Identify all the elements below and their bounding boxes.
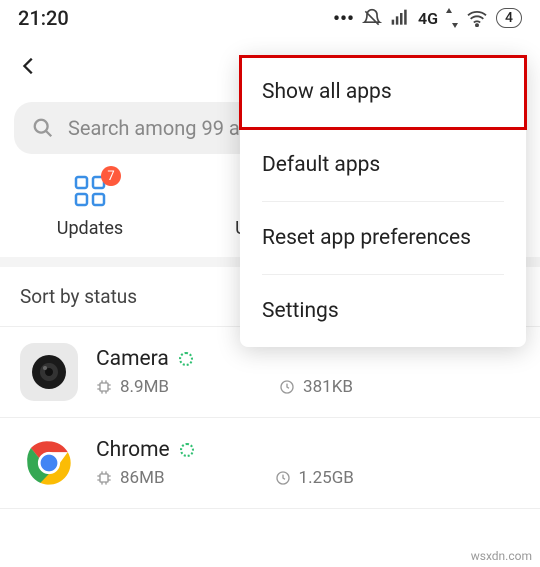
chip-icon bbox=[96, 379, 112, 395]
wifi-icon bbox=[466, 9, 488, 27]
camera-app-icon bbox=[20, 343, 78, 401]
list-item[interactable]: Chrome 86MB 1.25GB bbox=[0, 418, 540, 509]
menu-settings[interactable]: Settings bbox=[262, 275, 504, 347]
updates-button[interactable]: 7 Updates bbox=[0, 174, 180, 239]
chip-icon bbox=[96, 470, 112, 486]
status-right: ••• 4G 4 bbox=[333, 6, 522, 30]
app-storage: 381KB bbox=[279, 377, 353, 397]
battery-icon: 4 bbox=[496, 8, 522, 28]
clock-icon bbox=[279, 379, 295, 395]
search-placeholder: Search among 99 ap bbox=[68, 116, 251, 140]
clock: 21:20 bbox=[18, 6, 69, 30]
updown-icon bbox=[446, 8, 458, 28]
search-icon bbox=[32, 117, 54, 139]
updates-badge: 7 bbox=[101, 166, 121, 186]
sort-label: Sort by status bbox=[20, 285, 137, 308]
app-list: Camera 8.9MB 381KB bbox=[0, 327, 540, 509]
signal-icon bbox=[390, 8, 410, 28]
clock-icon bbox=[275, 470, 291, 486]
chrome-app-icon bbox=[20, 434, 78, 492]
running-indicator-icon bbox=[179, 352, 193, 366]
menu-default-apps[interactable]: Default apps bbox=[262, 129, 504, 202]
bell-off-icon bbox=[362, 8, 382, 28]
menu-reset-app-preferences[interactable]: Reset app preferences bbox=[262, 202, 504, 275]
app-size: 86MB bbox=[96, 468, 165, 488]
app-name: Camera bbox=[96, 347, 169, 371]
network-label: 4G bbox=[418, 9, 438, 28]
app-name: Chrome bbox=[96, 438, 170, 462]
app-size: 8.9MB bbox=[96, 377, 169, 397]
menu-show-all-apps[interactable]: Show all apps bbox=[240, 56, 526, 129]
overflow-menu: Show all apps Default apps Reset app pre… bbox=[240, 56, 526, 347]
updates-label: Updates bbox=[57, 218, 123, 239]
app-storage: 1.25GB bbox=[275, 468, 354, 488]
watermark: wsxdn.com bbox=[471, 549, 532, 563]
running-indicator-icon bbox=[180, 443, 194, 457]
status-bar: 21:20 ••• 4G 4 bbox=[0, 0, 540, 34]
more-icon: ••• bbox=[333, 6, 354, 30]
